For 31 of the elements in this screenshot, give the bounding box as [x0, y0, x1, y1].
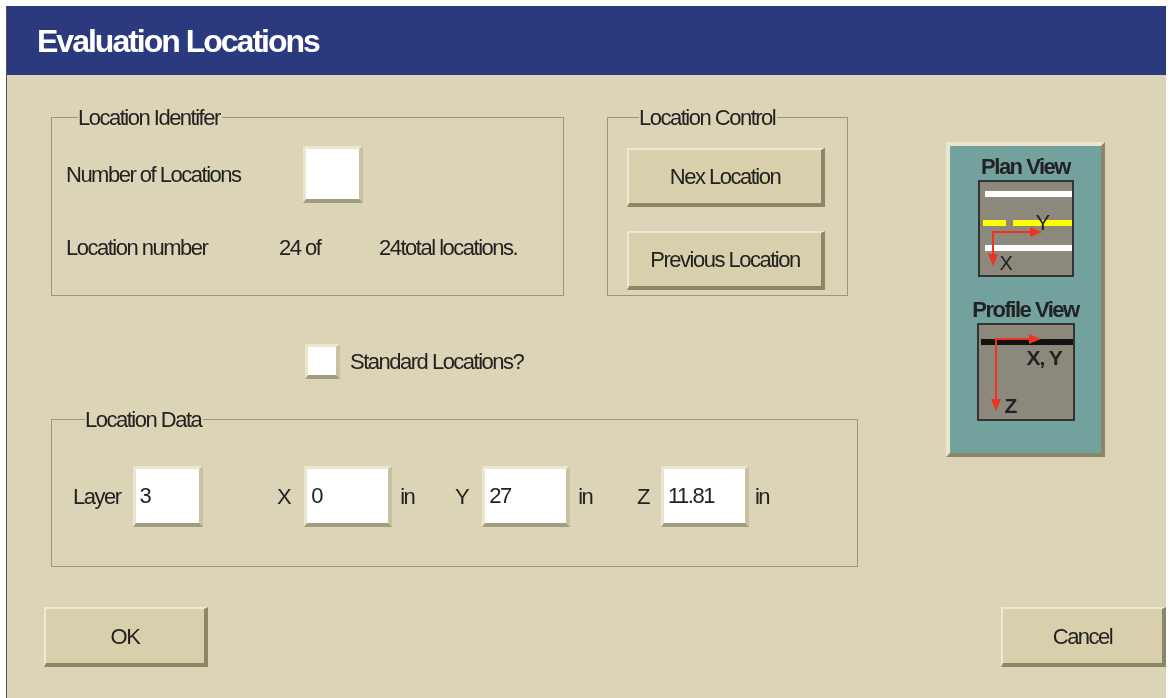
cancel-button[interactable]: Cancel [1001, 607, 1166, 667]
location-count: 24 of [279, 234, 323, 262]
axis-label: Z [1004, 395, 1018, 416]
group-label: Location Control [639, 105, 776, 130]
axis-label: X [999, 253, 1013, 273]
input-field[interactable]: 27 [482, 466, 571, 527]
field-label: Y [455, 483, 469, 511]
ok-button[interactable]: OK [44, 607, 208, 667]
axis-label: X, Y [1026, 347, 1062, 368]
unit-label: in [578, 483, 593, 511]
input-field[interactable]: 11.81 [660, 466, 749, 527]
profile-view-title: Profile View [972, 299, 1079, 321]
input-field[interactable]: 0 [304, 466, 393, 527]
field-label: X [277, 483, 291, 511]
group-label: Location Identifer [78, 105, 220, 130]
input-field[interactable] [303, 146, 363, 203]
unit-label: in [400, 483, 415, 511]
next-location-button[interactable]: Nex Location [627, 148, 825, 207]
field-label: Location number [66, 234, 209, 262]
plan-view-title: Plan View [981, 156, 1070, 178]
window-title: Evaluation Locations [37, 21, 319, 61]
group-label: Location Data [85, 407, 202, 432]
field-label: Layer [73, 483, 121, 511]
input-field[interactable]: 3 [132, 466, 203, 527]
field-label: Number of Locations [66, 161, 242, 189]
location-total: 24total locations. [379, 234, 518, 262]
checkbox-label: Standard Locations? [350, 348, 524, 376]
previous-location-button[interactable]: Previous Location [627, 231, 825, 290]
field-label: Z [637, 483, 649, 511]
checkbox[interactable] [305, 344, 340, 379]
unit-label: in [754, 483, 770, 511]
